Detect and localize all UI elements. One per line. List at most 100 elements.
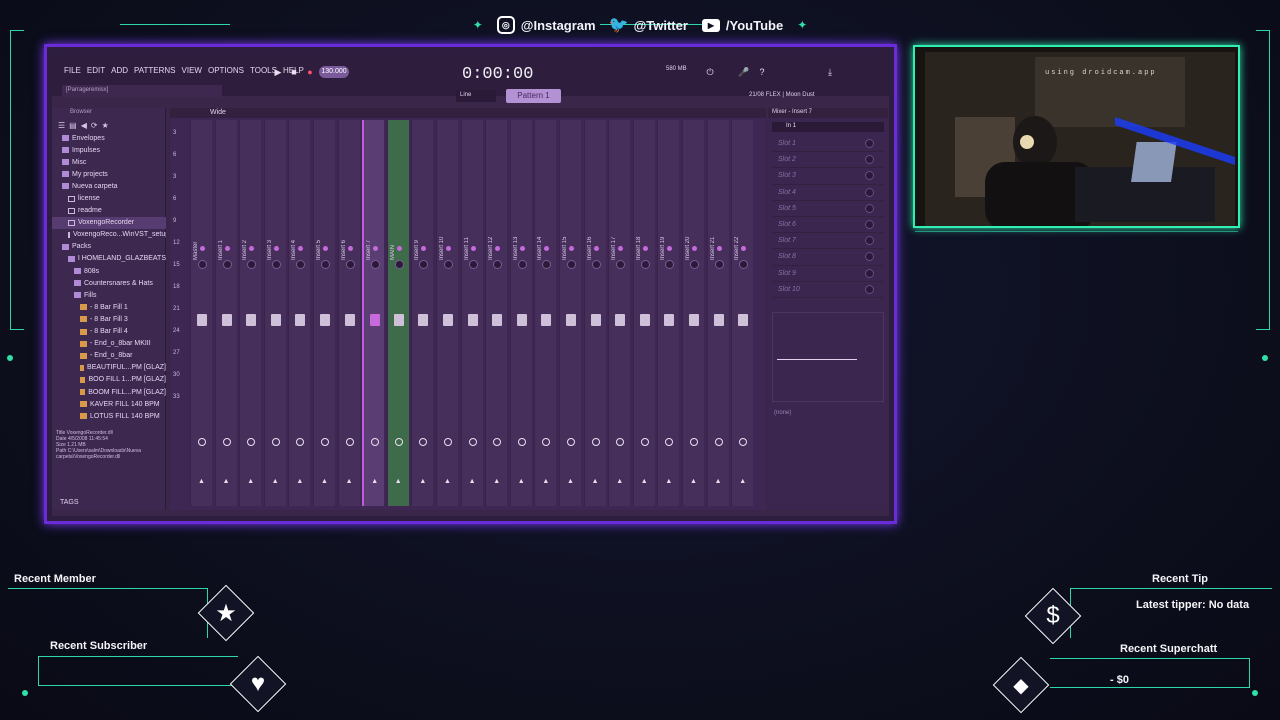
menu-add[interactable]: ADD bbox=[109, 66, 130, 75]
mixer-strip[interactable]: Insert 9 ▲ bbox=[411, 120, 434, 506]
send-dot[interactable] bbox=[298, 246, 304, 251]
route-button[interactable] bbox=[222, 438, 231, 446]
pan-knob[interactable] bbox=[296, 260, 306, 269]
effect-slot[interactable]: Slot 10 bbox=[772, 282, 884, 298]
browser-item[interactable]: My projects bbox=[52, 168, 166, 180]
pan-knob[interactable] bbox=[247, 260, 257, 269]
effect-slot[interactable]: Slot 8 bbox=[772, 249, 884, 266]
mixer-strip[interactable]: MAIN ▲ bbox=[386, 120, 409, 506]
back-icon[interactable]: ◀ bbox=[81, 121, 87, 130]
volume-fader[interactable] bbox=[467, 314, 478, 326]
send-dot[interactable] bbox=[593, 246, 599, 251]
route-arrow[interactable]: ▲ bbox=[469, 478, 476, 485]
input-select[interactable]: In 1 bbox=[772, 122, 884, 132]
pan-knob[interactable] bbox=[739, 260, 749, 269]
send-dot[interactable] bbox=[495, 246, 501, 251]
pan-knob[interactable] bbox=[444, 260, 453, 269]
settings-icon[interactable]: ⏻ bbox=[704, 66, 716, 78]
pan-knob[interactable] bbox=[345, 260, 355, 269]
mixer-strip[interactable]: Insert 11 ▲ bbox=[460, 120, 483, 506]
browser-item[interactable]: BOO FILL 1...PM [GLAZ] bbox=[52, 374, 166, 386]
route-arrow[interactable]: ▲ bbox=[321, 478, 328, 485]
slot-mix-knob[interactable] bbox=[865, 284, 874, 294]
mixer-strip[interactable]: Insert 18 ▲ bbox=[632, 120, 655, 506]
route-button[interactable] bbox=[468, 438, 477, 446]
volume-fader[interactable] bbox=[664, 314, 675, 326]
menu-options[interactable]: OPTIONS bbox=[206, 66, 246, 75]
browser-item[interactable]: Fills bbox=[52, 289, 166, 301]
route-arrow[interactable]: ▲ bbox=[223, 478, 230, 485]
pan-knob[interactable] bbox=[271, 260, 281, 269]
browser-item[interactable]: BOOM FILL...PM [GLAZ] bbox=[52, 386, 166, 398]
browser-item[interactable]: BEAUTIFUL...PM [GLAZ] bbox=[52, 362, 166, 374]
browser-item[interactable]: Impulses bbox=[52, 144, 166, 156]
stop-button[interactable]: ■ bbox=[288, 66, 300, 78]
mixer-strip[interactable]: Insert 19 ▲ bbox=[657, 120, 680, 506]
pan-knob[interactable] bbox=[419, 260, 429, 269]
mixer-strip[interactable]: Insert 16 ▲ bbox=[583, 120, 606, 506]
send-dot[interactable] bbox=[446, 246, 451, 251]
route-button[interactable] bbox=[714, 438, 723, 446]
slot-mix-knob[interactable] bbox=[865, 139, 874, 149]
pan-knob[interactable] bbox=[198, 260, 207, 269]
route-button[interactable] bbox=[394, 438, 403, 446]
route-arrow[interactable]: ▲ bbox=[247, 478, 254, 485]
effect-slot[interactable]: Slot 2 bbox=[772, 152, 884, 169]
route-button[interactable] bbox=[247, 438, 256, 446]
send-dot[interactable] bbox=[716, 246, 722, 251]
volume-fader[interactable] bbox=[418, 314, 429, 326]
browser-item[interactable]: - 8 Bar Fill 3 bbox=[52, 313, 166, 325]
volume-fader[interactable] bbox=[615, 314, 626, 326]
pan-knob[interactable] bbox=[616, 260, 626, 269]
route-arrow[interactable]: ▲ bbox=[272, 478, 279, 485]
pan-knob[interactable] bbox=[567, 260, 576, 269]
mixer-strip[interactable]: Insert 13 ▲ bbox=[509, 120, 532, 506]
pan-knob[interactable] bbox=[371, 260, 381, 269]
record-button[interactable]: ● bbox=[304, 66, 316, 78]
send-dot[interactable] bbox=[642, 246, 648, 251]
browser-item[interactable]: KAVER FILL 140 BPM bbox=[52, 398, 166, 410]
send-dot[interactable] bbox=[323, 246, 328, 251]
route-button[interactable] bbox=[296, 438, 305, 446]
browser-item[interactable]: VoxengoRecorder bbox=[52, 216, 166, 229]
slot-mix-knob[interactable] bbox=[865, 252, 874, 262]
route-button[interactable] bbox=[198, 438, 206, 446]
send-dot[interactable] bbox=[224, 246, 230, 251]
pan-knob[interactable] bbox=[493, 260, 503, 269]
download-icon[interactable]: ⤓ bbox=[824, 66, 836, 78]
route-arrow[interactable]: ▲ bbox=[346, 478, 353, 485]
route-arrow[interactable]: ▲ bbox=[444, 478, 451, 485]
browser-menu-icon[interactable]: ☰ bbox=[58, 121, 65, 130]
pan-knob[interactable] bbox=[468, 260, 478, 269]
mixer-strip[interactable]: Insert 21 ▲ bbox=[706, 120, 729, 506]
send-dot[interactable] bbox=[618, 246, 624, 251]
route-arrow[interactable]: ▲ bbox=[296, 478, 303, 485]
pattern-select[interactable]: Pattern 1 bbox=[506, 89, 561, 103]
send-dot[interactable] bbox=[396, 246, 402, 251]
volume-fader[interactable] bbox=[689, 314, 699, 326]
browser-item[interactable]: Nueva carpeta bbox=[52, 180, 166, 192]
send-dot[interactable] bbox=[273, 246, 279, 251]
browser-item[interactable]: I HOMELAND_GLAZBEATS bbox=[52, 253, 166, 265]
pan-knob[interactable] bbox=[591, 260, 601, 269]
route-button[interactable] bbox=[591, 438, 600, 446]
pan-knob[interactable] bbox=[222, 260, 232, 269]
route-button[interactable] bbox=[345, 438, 354, 446]
volume-fader[interactable] bbox=[516, 314, 527, 326]
mixer-strip[interactable]: Insert 17 ▲ bbox=[608, 120, 631, 506]
help-icon[interactable]: ? bbox=[756, 66, 768, 78]
route-button[interactable] bbox=[493, 438, 502, 446]
send-dot[interactable] bbox=[519, 246, 525, 251]
browser-item[interactable]: - 8 Bar Fill 1 bbox=[52, 301, 166, 313]
pan-knob[interactable] bbox=[665, 260, 675, 269]
twitter-link[interactable]: 🐦 @Twitter bbox=[609, 16, 688, 34]
volume-fader[interactable] bbox=[541, 314, 552, 326]
route-button[interactable] bbox=[616, 438, 625, 446]
folder-icon[interactable]: ▤ bbox=[69, 121, 77, 130]
volume-fader[interactable] bbox=[197, 314, 207, 326]
send-dot[interactable] bbox=[373, 246, 379, 251]
mixer-strip[interactable]: Insert 7 ▲ bbox=[362, 120, 385, 506]
route-arrow[interactable]: ▲ bbox=[567, 478, 574, 485]
browser-item[interactable]: 808s bbox=[52, 265, 166, 277]
effect-slot[interactable]: Slot 7 bbox=[772, 233, 884, 250]
